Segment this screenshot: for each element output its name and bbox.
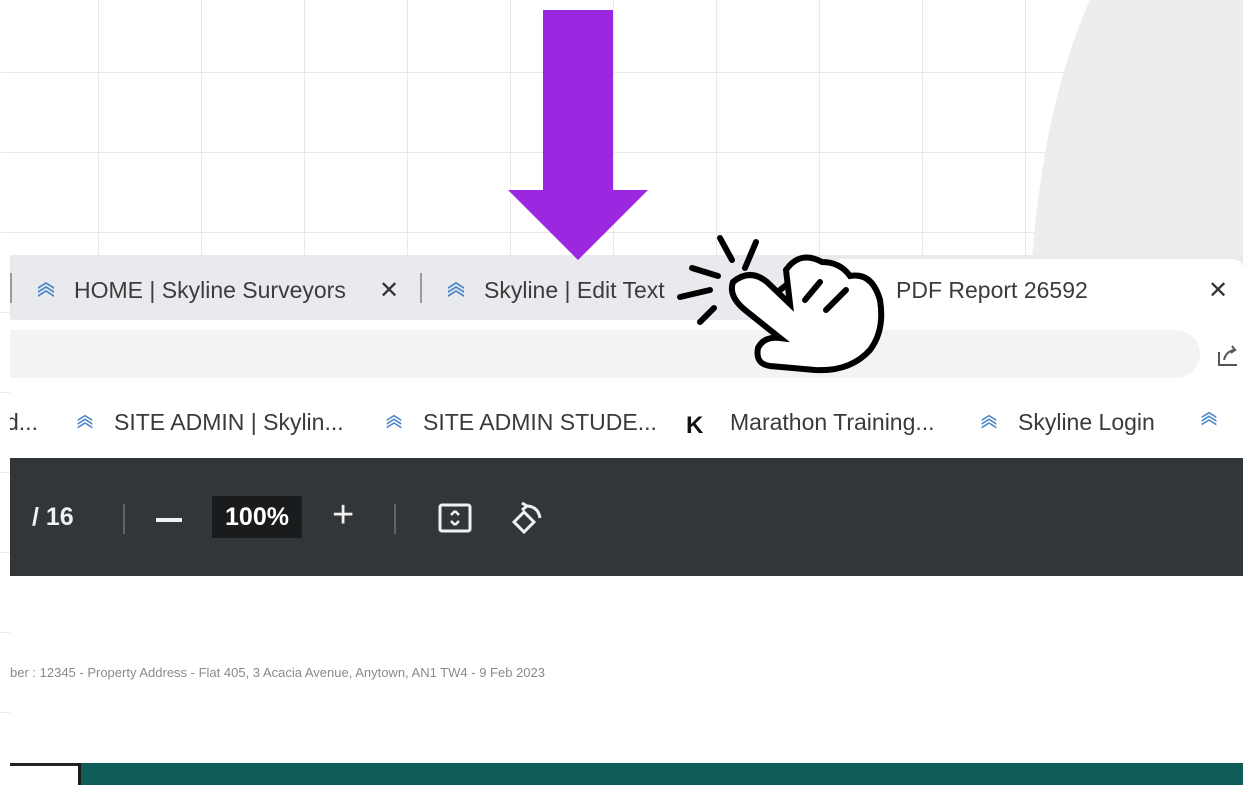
tab-label: Skyline | Edit Text — [484, 277, 665, 303]
tab-label: PDF Report 26592 — [896, 277, 1088, 303]
fit-page-icon[interactable] — [438, 503, 472, 538]
share-icon[interactable] — [1215, 342, 1241, 373]
tab-edit-text[interactable]: Skyline | Edit Text ✕ — [444, 261, 816, 320]
zoom-level-input[interactable]: 100% — [212, 496, 302, 538]
rotate-icon[interactable] — [508, 501, 544, 541]
toolbar-divider — [123, 504, 125, 534]
bookmark-overflow[interactable] — [1198, 409, 1238, 431]
pdf-page: ber : 12345 - Property Address - Flat 40… — [10, 576, 1243, 785]
bookmark-site-admin-student[interactable]: SITE ADMIN STUDE... — [383, 409, 657, 436]
globe-favicon-icon — [856, 279, 880, 303]
browser-screenshot: HOME | Skyline Surveyors ✕ Skyline | Edi… — [10, 255, 1243, 785]
address-bar[interactable] — [10, 330, 1200, 378]
bookmark-marathon-training[interactable]: K Marathon Training... — [686, 409, 935, 439]
skyline-favicon-icon — [1198, 409, 1220, 431]
close-tab-icon[interactable]: ✕ — [1208, 276, 1228, 305]
close-tab-icon[interactable]: ✕ — [379, 276, 399, 305]
skyline-favicon-icon — [444, 279, 468, 303]
tab-pdf-report[interactable]: PDF Report 26592 ✕ — [856, 261, 1228, 320]
address-bar-row — [10, 320, 1243, 388]
page-rule — [10, 763, 80, 766]
toolbar-divider — [394, 504, 396, 534]
tab-separator — [10, 273, 12, 303]
close-tab-icon[interactable]: ✕ — [796, 276, 816, 305]
page-count: / 16 — [32, 503, 74, 531]
bookmark-label: SITE ADMIN | Skylin... — [114, 409, 344, 435]
tab-separator — [420, 273, 422, 303]
bookmark-item[interactable]: d... — [10, 409, 38, 436]
zoom-out-button[interactable] — [156, 518, 182, 522]
skyline-favicon-icon — [978, 412, 1000, 434]
bookmark-skyline-login[interactable]: Skyline Login — [978, 409, 1155, 436]
skyline-favicon-icon — [34, 279, 58, 303]
skyline-favicon-icon — [74, 412, 96, 434]
bookmark-label: SITE ADMIN STUDE... — [423, 409, 657, 435]
zoom-in-button[interactable]: + — [332, 496, 354, 534]
skyline-favicon-icon — [383, 412, 405, 434]
bookmark-label: Marathon Training... — [730, 409, 935, 435]
bookmark-site-admin[interactable]: SITE ADMIN | Skylin... — [74, 409, 344, 436]
tab-label: HOME | Skyline Surveyors — [74, 277, 346, 303]
pdf-toolbar: / 16 100% + — [10, 458, 1243, 576]
tab-strip: HOME | Skyline Surveyors ✕ Skyline | Edi… — [10, 255, 1243, 320]
page-header-text: ber : 12345 - Property Address - Flat 40… — [10, 665, 545, 680]
tab-home[interactable]: HOME | Skyline Surveyors ✕ — [34, 261, 399, 320]
bookmark-label: Skyline Login — [1018, 409, 1155, 435]
bookmarks-bar: d... SITE ADMIN | Skylin... SITE ADMIN S… — [10, 388, 1243, 458]
teal-heading-band — [78, 763, 1243, 785]
bookmark-label: d... — [10, 409, 38, 435]
k-favicon-icon: K — [686, 411, 704, 439]
